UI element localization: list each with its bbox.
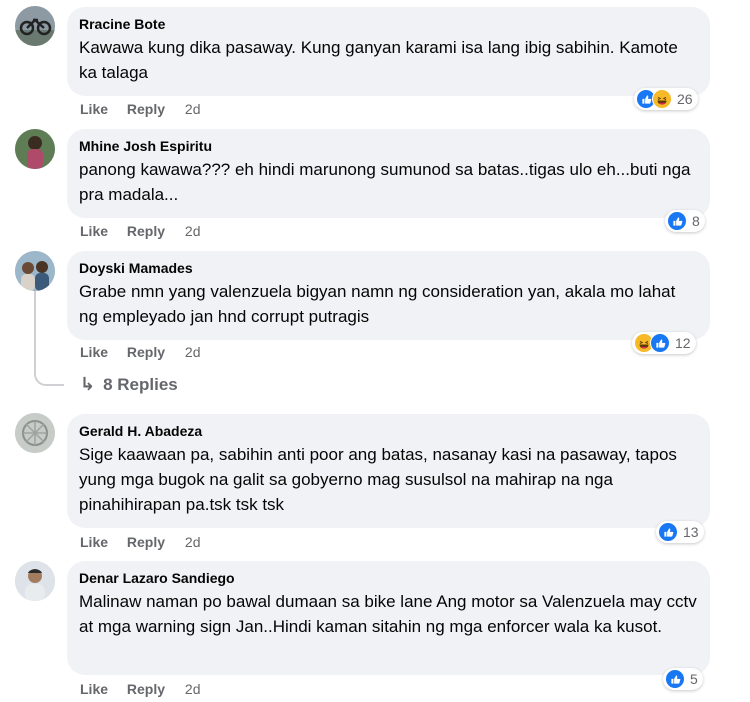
comment-actions: Like Reply 2d: [80, 344, 216, 360]
like-reaction-icon: [658, 522, 678, 542]
reaction-summary[interactable]: 13: [656, 521, 704, 543]
comment-author[interactable]: Mhine Josh Espiritu: [79, 137, 698, 155]
comment-timestamp[interactable]: 2d: [185, 344, 201, 360]
like-button[interactable]: Like: [80, 223, 108, 239]
comment-bubble: Mhine Josh Espiritu panong kawawa??? eh …: [67, 129, 710, 218]
avatar[interactable]: [15, 561, 55, 601]
reaction-summary[interactable]: 5: [663, 668, 703, 690]
reply-thread-line: [34, 290, 64, 386]
reaction-summary[interactable]: 26: [634, 88, 698, 110]
like-reaction-icon: [667, 211, 687, 231]
reply-button[interactable]: Reply: [127, 534, 165, 550]
avatar[interactable]: [15, 129, 55, 169]
comment-bubble: Rracine Bote Kawawa kung dika pasaway. K…: [67, 7, 710, 96]
comment-actions: Like Reply 2d: [80, 681, 216, 697]
comment-bubble: Denar Lazaro Sandiego Malinaw naman po b…: [67, 561, 710, 675]
like-button[interactable]: Like: [80, 344, 108, 360]
reaction-count: 5: [690, 671, 698, 687]
reply-arrow-icon: ↳: [80, 374, 96, 394]
comment-actions: Like Reply 2d: [80, 223, 216, 239]
comment-timestamp[interactable]: 2d: [185, 223, 201, 239]
comment-timestamp[interactable]: 2d: [185, 101, 201, 117]
like-reaction-icon: [665, 669, 685, 689]
comment-bubble: Gerald H. Abadeza Sige kaawaan pa, sabih…: [67, 414, 710, 528]
comment-text: Grabe nmn yang valenzuela bigyan namn ng…: [79, 282, 676, 326]
reaction-count: 12: [675, 335, 691, 351]
haha-reaction-icon: [652, 89, 672, 109]
comment-actions: Like Reply 2d: [80, 101, 216, 117]
comment-author[interactable]: Rracine Bote: [79, 15, 698, 33]
like-reaction-icon: [650, 333, 670, 353]
comment-author[interactable]: Doyski Mamades: [79, 259, 698, 277]
comment-text: Sige kaawaan pa, sabihin anti poor ang b…: [79, 445, 677, 514]
view-replies-link[interactable]: ↳ 8 Replies: [80, 374, 178, 395]
comment-bubble: Doyski Mamades Grabe nmn yang valenzuela…: [67, 251, 710, 340]
avatar[interactable]: [15, 413, 55, 453]
avatar[interactable]: [15, 6, 55, 46]
reply-button[interactable]: Reply: [127, 344, 165, 360]
reaction-summary[interactable]: 12: [632, 332, 696, 354]
reply-button[interactable]: Reply: [127, 681, 165, 697]
comment-text: panong kawawa??? eh hindi marunong sumun…: [79, 160, 691, 204]
comment-author[interactable]: Denar Lazaro Sandiego: [79, 569, 698, 587]
comment-text: Malinaw naman po bawal dumaan sa bike la…: [79, 592, 697, 636]
like-button[interactable]: Like: [80, 101, 108, 117]
reply-button[interactable]: Reply: [127, 223, 165, 239]
reaction-count: 13: [683, 524, 699, 540]
replies-count-label: 8 Replies: [103, 374, 178, 394]
reaction-count: 8: [692, 213, 700, 229]
like-button[interactable]: Like: [80, 681, 108, 697]
comment-text: Kawawa kung dika pasaway. Kung ganyan ka…: [79, 38, 678, 82]
avatar[interactable]: [15, 251, 55, 291]
comment-actions: Like Reply 2d: [80, 534, 216, 550]
comment-timestamp[interactable]: 2d: [185, 534, 201, 550]
comment-timestamp[interactable]: 2d: [185, 681, 201, 697]
comment-author[interactable]: Gerald H. Abadeza: [79, 422, 698, 440]
reaction-count: 26: [677, 91, 693, 107]
like-button[interactable]: Like: [80, 534, 108, 550]
reaction-summary[interactable]: 8: [665, 210, 705, 232]
reply-button[interactable]: Reply: [127, 101, 165, 117]
